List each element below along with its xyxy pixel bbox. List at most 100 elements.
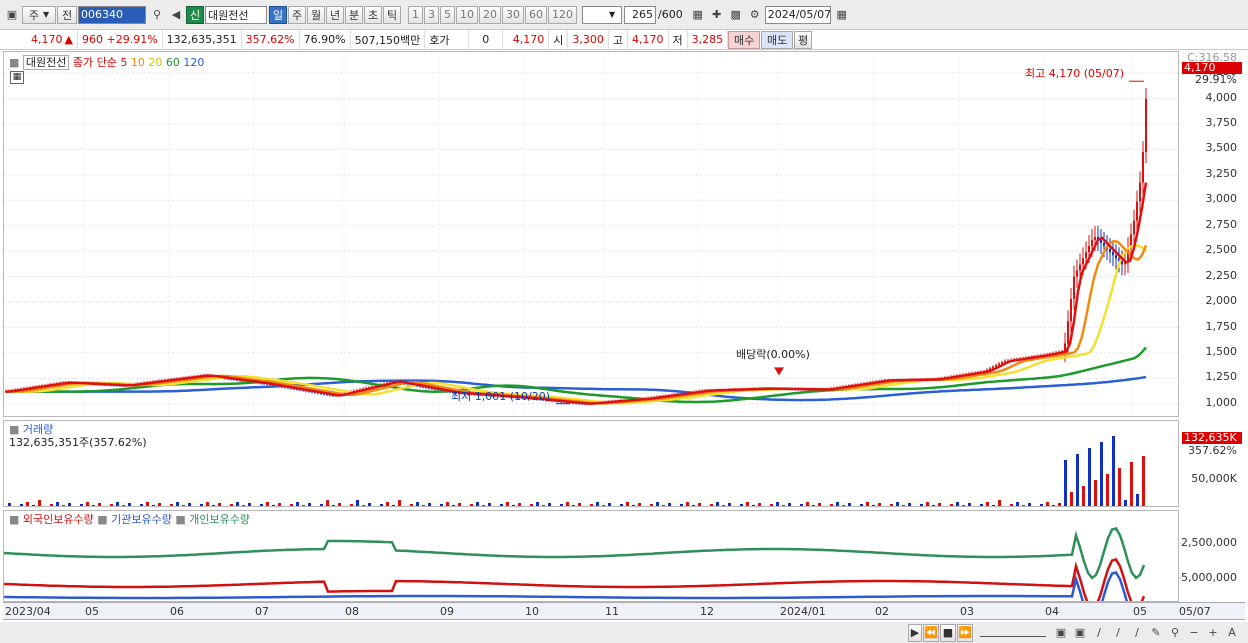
volume-bar — [428, 503, 431, 506]
volume-bar — [692, 505, 695, 506]
volume-bar — [1082, 486, 1085, 506]
volume-bar — [422, 505, 425, 506]
calendar-icon[interactable]: ▦ — [833, 6, 851, 24]
candle-body — [998, 363, 1000, 366]
indiv-legend: 개인보유수량 — [189, 513, 251, 526]
period-tab-1[interactable]: 주 — [288, 5, 306, 24]
volume-bar — [1016, 502, 1019, 506]
credit-badge[interactable]: 신 — [186, 5, 204, 24]
play-icon[interactable]: ▶ — [908, 623, 922, 642]
line-tool-icon[interactable]: ∕ — [1090, 624, 1108, 642]
y-tick-label: 2,500 — [1205, 243, 1238, 257]
volume-bar — [488, 503, 491, 506]
y-tick-label: 3,000 — [1205, 192, 1238, 206]
volume-bar — [482, 505, 485, 506]
volume-bar — [50, 504, 53, 506]
volume-bar — [1010, 504, 1013, 506]
ma10-legend: 10 — [130, 56, 145, 69]
volume-bar — [164, 506, 167, 507]
interval-button-5[interactable]: 5 — [440, 5, 455, 24]
period-tab-3[interactable]: 년 — [326, 5, 344, 24]
volume-bar — [1112, 436, 1115, 506]
flat-button[interactable]: 평 — [794, 30, 813, 49]
volume-bar — [446, 502, 449, 506]
trade-amount: 507,150백만 — [351, 29, 426, 50]
count-field[interactable]: ▼ — [582, 5, 622, 24]
date-input[interactable]: 2024/05/07 — [764, 5, 831, 24]
max-annotation: 최고 4,170 (05/07) — [1025, 67, 1125, 80]
volume-bar — [1064, 460, 1067, 506]
line-tool-icon[interactable]: ∕ — [1109, 624, 1127, 642]
period-tab-2[interactable]: 월 — [307, 5, 325, 24]
volume-bar — [740, 504, 743, 506]
volume-bar — [1088, 448, 1091, 506]
candle-type-icon[interactable]: ▦ — [689, 6, 707, 24]
change: 960 +29.91% — [78, 29, 163, 50]
market-select[interactable]: 주 ▼ — [22, 5, 56, 24]
save-icon[interactable]: ▩ — [727, 6, 745, 24]
volume-panel[interactable]: ■ 거래량 132,635,351주(357.62%) — [3, 420, 1179, 507]
count-input[interactable]: 265 — [624, 5, 656, 24]
volume-bar — [248, 503, 251, 506]
y-tick-label: 1,500 — [1205, 344, 1238, 358]
interval-button-20[interactable]: 20 — [479, 5, 501, 24]
volume-bar — [578, 503, 581, 506]
tool-icon[interactable]: ▣ — [1071, 624, 1089, 642]
volume-bar — [884, 506, 887, 507]
speaker-icon[interactable]: ◀ — [167, 6, 185, 24]
font-icon[interactable]: A — [1223, 624, 1241, 642]
volume-bar — [866, 502, 869, 506]
gear-icon[interactable]: ⚙ — [746, 6, 764, 24]
volume-bar — [224, 506, 227, 507]
volume-bar — [980, 504, 983, 506]
line-tool-icon[interactable]: ∕ — [1128, 624, 1146, 642]
bottom-controls: ▶ ⏪ ■ ⏩ ▣ ▣ ∕ ∕ ∕ ✎ ⚲ − + A — [0, 622, 1248, 643]
current-price: 4,170 ▲ — [0, 29, 78, 50]
volume-bar — [440, 504, 443, 506]
volume-bar — [800, 504, 803, 506]
minus-icon[interactable]: − — [1185, 624, 1203, 642]
forward-icon[interactable]: ⏩ — [957, 623, 973, 642]
volume-bar — [626, 502, 629, 506]
volume-bar — [680, 504, 683, 506]
plus-icon[interactable]: + — [1204, 624, 1222, 642]
period-tab-0[interactable]: 일 — [269, 5, 287, 24]
table-icon[interactable]: ▦ — [10, 71, 24, 84]
candle-body — [1082, 258, 1084, 265]
x-axis: 2023/04 05 06 07 08 09 10 11 12 2024/01 02 03 04 05 05… — [3, 602, 1245, 620]
period-tab-4[interactable]: 분 — [345, 5, 363, 24]
volume-bar — [566, 502, 569, 506]
volume-bar — [338, 503, 341, 506]
zoom-slider[interactable] — [980, 629, 1046, 637]
period-tab-6[interactable]: 틱 — [383, 5, 401, 24]
volume-bar — [1034, 506, 1037, 507]
crosshair-icon[interactable]: ✚ — [708, 6, 726, 24]
interval-button-1[interactable]: 1 — [408, 5, 423, 24]
code-input[interactable]: 006340 — [78, 5, 146, 24]
stop-icon[interactable]: ■ — [940, 623, 956, 642]
volume-bar — [932, 505, 935, 506]
chart-icon[interactable]: ▣ — [3, 6, 21, 24]
interval-button-120[interactable]: 120 — [548, 5, 577, 24]
period-tab-5[interactable]: 초 — [364, 5, 382, 24]
volume-bar — [530, 504, 533, 506]
x-tick-label: 03 — [960, 605, 974, 618]
tool-icon[interactable]: ▣ — [1052, 624, 1070, 642]
prev-button[interactable]: 전 — [57, 5, 77, 24]
volume-bar — [818, 503, 821, 506]
price-panel[interactable]: ■ 대원전선 종가 단순 5 10 20 60 120 ▦ 최고 4,170 (… — [3, 51, 1179, 417]
search-icon[interactable]: ⚲ — [148, 6, 166, 24]
interval-button-10[interactable]: 10 — [456, 5, 478, 24]
volume-bar — [836, 502, 839, 506]
ma20-legend: 20 — [148, 56, 163, 69]
sell-button[interactable]: 매도 — [761, 30, 794, 49]
magnify-icon[interactable]: ⚲ — [1166, 624, 1184, 642]
text-tool-icon[interactable]: ✎ — [1147, 624, 1165, 642]
interval-button-60[interactable]: 60 — [525, 5, 547, 24]
holdings-panel[interactable]: ■ 외국인보유수량 ■ 기관보유수량 ■ 개인보유수량 — [3, 510, 1179, 602]
candle-body — [1100, 239, 1102, 244]
interval-button-30[interactable]: 30 — [502, 5, 524, 24]
buy-button[interactable]: 매수 — [728, 30, 761, 49]
interval-button-3[interactable]: 3 — [424, 5, 439, 24]
rewind-icon[interactable]: ⏪ — [923, 623, 939, 642]
